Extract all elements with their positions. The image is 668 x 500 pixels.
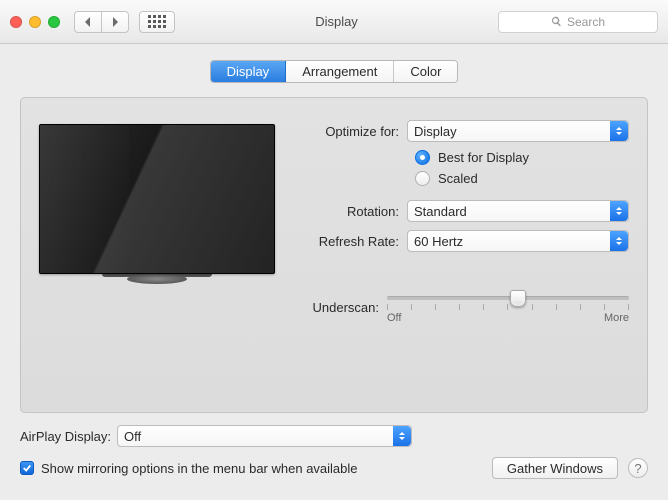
radio-unselected-icon — [415, 171, 430, 186]
rotation-select[interactable]: Standard — [407, 200, 629, 222]
airplay-display-select[interactable]: Off — [117, 425, 412, 447]
window-title: Display — [185, 14, 488, 29]
rotation-value: Standard — [414, 204, 467, 219]
slider-thumb-icon[interactable] — [510, 290, 526, 307]
tab-arrangement[interactable]: Arrangement — [286, 61, 394, 82]
close-window-button[interactable] — [10, 16, 22, 28]
main-area: Display Arrangement Color Optimize for: … — [0, 44, 668, 413]
checkmark-icon — [22, 463, 32, 473]
minimize-window-button[interactable] — [29, 16, 41, 28]
radio-selected-icon — [415, 150, 430, 165]
resolution-radio-best[interactable]: Best for Display — [415, 150, 629, 165]
monitor-screen-icon — [39, 124, 275, 274]
rotation-label: Rotation: — [297, 204, 407, 219]
tab-bar: Display Arrangement Color — [20, 60, 648, 83]
mirroring-checkbox-label: Show mirroring options in the menu bar w… — [41, 461, 358, 476]
settings-panel: Optimize for: Display Best for Display S… — [20, 97, 648, 413]
mirroring-checkbox[interactable] — [20, 461, 34, 475]
stepper-icon — [393, 426, 411, 446]
footer: AirPlay Display: Off Show mirroring opti… — [0, 413, 668, 493]
optimize-for-value: Display — [414, 124, 457, 139]
zoom-window-button[interactable] — [48, 16, 60, 28]
apps-grid-icon — [148, 15, 166, 28]
airplay-display-value: Off — [124, 429, 141, 444]
stepper-icon — [610, 231, 628, 251]
tab-display[interactable]: Display — [211, 61, 287, 82]
refresh-rate-select[interactable]: 60 Hertz — [407, 230, 629, 252]
optimize-for-label: Optimize for: — [297, 124, 407, 139]
nav-buttons — [74, 11, 129, 33]
show-all-button[interactable] — [139, 11, 175, 33]
forward-button[interactable] — [101, 11, 129, 33]
underscan-max-label: More — [604, 312, 629, 324]
window-controls — [10, 16, 60, 28]
help-button[interactable]: ? — [628, 458, 648, 478]
scaled-label: Scaled — [438, 171, 478, 186]
optimize-for-select[interactable]: Display — [407, 120, 629, 142]
gather-windows-button[interactable]: Gather Windows — [492, 457, 618, 479]
display-preview — [39, 124, 275, 284]
stepper-icon — [610, 121, 628, 141]
refresh-rate-value: 60 Hertz — [414, 234, 463, 249]
underscan-slider[interactable]: Off More — [387, 290, 629, 324]
back-button[interactable] — [74, 11, 102, 33]
settings-form: Optimize for: Display Best for Display S… — [297, 120, 629, 260]
underscan-label: Underscan: — [39, 300, 387, 315]
airplay-display-label: AirPlay Display: — [20, 429, 111, 444]
refresh-rate-label: Refresh Rate: — [297, 234, 407, 249]
help-icon: ? — [634, 461, 641, 476]
resolution-radio-scaled[interactable]: Scaled — [415, 171, 629, 186]
titlebar: Display Search — [0, 0, 668, 44]
best-for-display-label: Best for Display — [438, 150, 529, 165]
search-field[interactable]: Search — [498, 11, 658, 33]
underscan-min-label: Off — [387, 312, 401, 324]
tab-color[interactable]: Color — [394, 61, 457, 82]
search-placeholder: Search — [567, 15, 605, 29]
search-icon — [551, 16, 562, 27]
stepper-icon — [610, 201, 628, 221]
